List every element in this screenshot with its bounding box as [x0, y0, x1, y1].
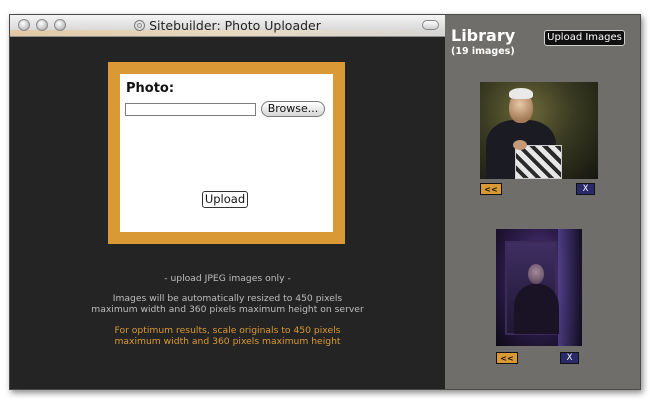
thumbnail-1-figure-hair — [509, 88, 533, 99]
resize-note-line1: Images will be automatically resized to … — [112, 293, 343, 304]
thumbnail-1-sculpture — [515, 145, 562, 179]
thumbnail-2-figure-body — [514, 284, 559, 334]
library-panel: Library (19 images) Upload Images << X <… — [445, 15, 640, 389]
optimum-note-line1: For optimum results, scale originals to … — [114, 325, 341, 336]
upload-frame: Photo: Browse... Upload — [108, 62, 345, 244]
optimum-note-line2: maximum width and 360 pixels maximum hei… — [114, 336, 341, 347]
file-path-input[interactable] — [125, 103, 256, 116]
uploader-main: Photo: Browse... Upload - upload JPEG im… — [10, 37, 445, 389]
upload-button[interactable]: Upload — [202, 191, 248, 208]
window-title-wrap: Sitebuilder: Photo Uploader — [10, 18, 445, 33]
library-thumbnail-1[interactable] — [480, 82, 598, 179]
delete-button-1[interactable]: X — [576, 183, 595, 195]
thumbnail-2-figure-head — [528, 264, 544, 284]
delete-button-2[interactable]: X — [560, 352, 579, 364]
thumbnail-1-figure-hand — [513, 140, 527, 150]
move-left-button-1[interactable]: << — [480, 183, 502, 195]
upload-panel: Photo: Browse... Upload — [120, 74, 333, 232]
toolbar-toggle-button[interactable] — [422, 20, 439, 30]
thumbnail-2-light-glow — [558, 229, 582, 346]
resize-note-line2: maximum width and 360 pixels maximum hei… — [91, 304, 364, 315]
photo-label: Photo: — [126, 81, 175, 96]
move-left-button-2[interactable]: << — [496, 352, 518, 364]
window-title: Sitebuilder: Photo Uploader — [149, 18, 321, 33]
upload-images-button[interactable]: Upload Images — [544, 30, 625, 46]
resize-note: Images will be automatically resized to … — [10, 293, 445, 315]
jpeg-only-note: - upload JPEG images only - — [164, 273, 291, 284]
library-thumbnail-2[interactable] — [496, 229, 582, 346]
title-bar[interactable]: Sitebuilder: Photo Uploader — [10, 15, 445, 37]
optimum-note: For optimum results, scale originals to … — [10, 325, 445, 347]
library-title: Library — [451, 26, 516, 45]
library-image-count: (19 images) — [451, 46, 515, 57]
site-icon — [134, 20, 146, 31]
app-window: Sitebuilder: Photo Uploader Photo: Brows… — [9, 14, 641, 390]
browse-button[interactable]: Browse... — [261, 101, 325, 117]
